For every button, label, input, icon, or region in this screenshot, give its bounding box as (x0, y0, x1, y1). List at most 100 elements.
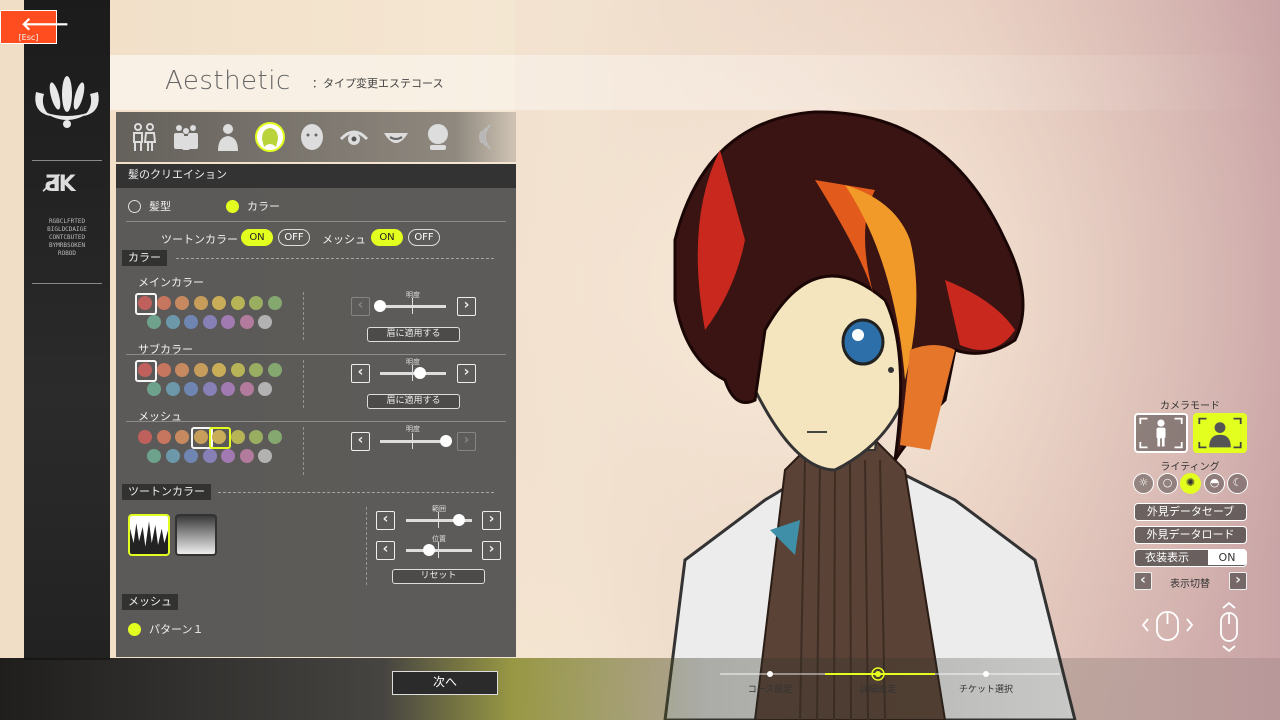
mesh-on-toggle[interactable]: ON (371, 229, 403, 246)
radio-hairstyle[interactable]: 髪型 (128, 198, 171, 214)
save-appearance-button[interactable]: 外見データセーブ (1134, 503, 1247, 521)
sub-brightness-slider[interactable] (380, 365, 446, 381)
slider-knob[interactable] (452, 514, 465, 526)
sub-brightness-increase-button[interactable]: › (457, 364, 476, 383)
lighting-sun-button[interactable]: ✺ (1180, 473, 1201, 494)
range-increase-button[interactable]: › (482, 511, 501, 530)
camera-full-body-button[interactable] (1134, 413, 1188, 453)
back-button[interactable]: 🡐 [Esc] (0, 10, 69, 44)
color-swatch[interactable] (135, 293, 157, 315)
color-swatch[interactable] (249, 296, 263, 310)
display-switch-prev-button[interactable]: ‹ (1134, 572, 1152, 590)
color-swatch[interactable] (156, 430, 171, 444)
color-swatch[interactable] (190, 427, 213, 449)
mesh-off-toggle[interactable]: OFF (408, 229, 440, 246)
lighting-evening-button[interactable]: ◓ (1204, 473, 1225, 494)
costume-display-toggle[interactable]: 衣装表示 ON (1134, 549, 1247, 567)
color-swatch[interactable] (135, 360, 157, 382)
color-swatch[interactable] (258, 382, 272, 396)
tab-hair[interactable] (250, 117, 290, 157)
color-swatch[interactable] (165, 449, 180, 463)
tab-body-pair[interactable] (124, 117, 164, 157)
color-swatch[interactable] (138, 430, 152, 444)
color-swatch[interactable] (212, 296, 226, 310)
lighting-night-button[interactable]: ☾ (1227, 473, 1248, 494)
mesh-brightness-decrease-button[interactable]: ‹ (351, 432, 370, 451)
color-swatch[interactable] (209, 427, 231, 449)
color-swatch[interactable] (175, 363, 189, 377)
color-swatch[interactable] (193, 296, 208, 310)
color-swatch[interactable] (267, 296, 282, 310)
twotone-pattern-gradient[interactable] (175, 514, 217, 556)
main-brightness-increase-button[interactable]: › (457, 297, 476, 316)
color-swatch[interactable] (212, 363, 226, 377)
color-swatch[interactable] (267, 363, 282, 377)
slider-knob[interactable] (440, 435, 452, 447)
lighting-day-button[interactable]: ○ (1157, 473, 1178, 494)
main-brightness-slider[interactable] (374, 298, 446, 314)
color-swatch[interactable] (258, 315, 272, 329)
color-swatch[interactable] (239, 382, 254, 396)
tab-body-group[interactable] (166, 117, 206, 157)
color-swatch[interactable] (175, 430, 189, 444)
tab-body-figure[interactable] (208, 117, 248, 157)
color-swatch[interactable] (184, 315, 198, 329)
next-button[interactable]: 次へ (392, 671, 498, 695)
color-swatch[interactable] (221, 382, 235, 396)
position-slider[interactable] (406, 542, 472, 558)
slider-knob[interactable] (413, 367, 426, 379)
color-swatch[interactable] (147, 449, 161, 463)
range-decrease-button[interactable]: ‹ (376, 511, 395, 530)
color-swatch[interactable] (193, 363, 208, 377)
color-swatch[interactable] (249, 363, 263, 377)
tab-mouth[interactable] (376, 117, 416, 157)
twotone-on-toggle[interactable]: ON (241, 229, 273, 246)
color-swatch[interactable] (165, 315, 180, 329)
color-swatch[interactable] (175, 296, 189, 310)
color-swatch[interactable] (230, 430, 245, 444)
color-swatch[interactable] (239, 315, 254, 329)
color-swatch[interactable] (184, 382, 198, 396)
apply-to-eyebrows-sub-button[interactable]: 眉に適用する (367, 394, 460, 409)
sub-brightness-decrease-button[interactable]: ‹ (351, 364, 370, 383)
camera-upper-body-button[interactable] (1193, 413, 1247, 453)
slider-knob[interactable] (374, 300, 386, 312)
color-swatch[interactable] (202, 382, 217, 396)
step-ticket-select[interactable]: チケット選択 (946, 682, 1026, 695)
color-swatch[interactable] (202, 315, 217, 329)
step-detail-settings[interactable]: 詳細設定 (838, 682, 918, 695)
twotone-off-toggle[interactable]: OFF (278, 229, 310, 246)
color-swatch[interactable] (165, 382, 180, 396)
color-swatch[interactable] (258, 449, 272, 463)
display-switch-next-button[interactable]: › (1229, 572, 1247, 590)
tab-eye[interactable] (334, 117, 374, 157)
range-slider[interactable] (406, 512, 472, 528)
color-swatch[interactable] (230, 296, 245, 310)
color-swatch[interactable] (230, 363, 245, 377)
color-swatch[interactable] (221, 315, 235, 329)
color-swatch[interactable] (249, 430, 263, 444)
apply-to-eyebrows-main-button[interactable]: 眉に適用する (367, 327, 460, 342)
color-swatch[interactable] (147, 382, 161, 396)
main-brightness-decrease-button[interactable]: ‹ (351, 297, 370, 316)
mesh-pattern-option[interactable]: パターン１ (128, 621, 203, 637)
position-increase-button[interactable]: › (482, 541, 501, 560)
lighting-sunrise-button[interactable]: ☼ (1133, 473, 1154, 494)
mesh-brightness-slider[interactable] (380, 433, 452, 449)
mesh-brightness-increase-button[interactable]: › (457, 432, 476, 451)
slider-knob[interactable] (423, 544, 436, 556)
step-course-settings[interactable]: コース設定 (730, 682, 810, 695)
color-swatch[interactable] (267, 430, 282, 444)
color-swatch[interactable] (156, 363, 171, 377)
color-swatch[interactable] (147, 315, 161, 329)
twotone-pattern-jagged[interactable] (128, 514, 170, 556)
color-swatch[interactable] (184, 449, 198, 463)
load-appearance-button[interactable]: 外見データロード (1134, 526, 1247, 544)
tab-face[interactable] (292, 117, 332, 157)
tab-accessory[interactable] (418, 117, 458, 157)
reset-button[interactable]: リセット (392, 569, 485, 584)
tab-voice[interactable] (460, 117, 500, 157)
color-swatch[interactable] (221, 449, 235, 463)
position-decrease-button[interactable]: ‹ (376, 541, 395, 560)
radio-color[interactable]: カラー (226, 198, 280, 214)
